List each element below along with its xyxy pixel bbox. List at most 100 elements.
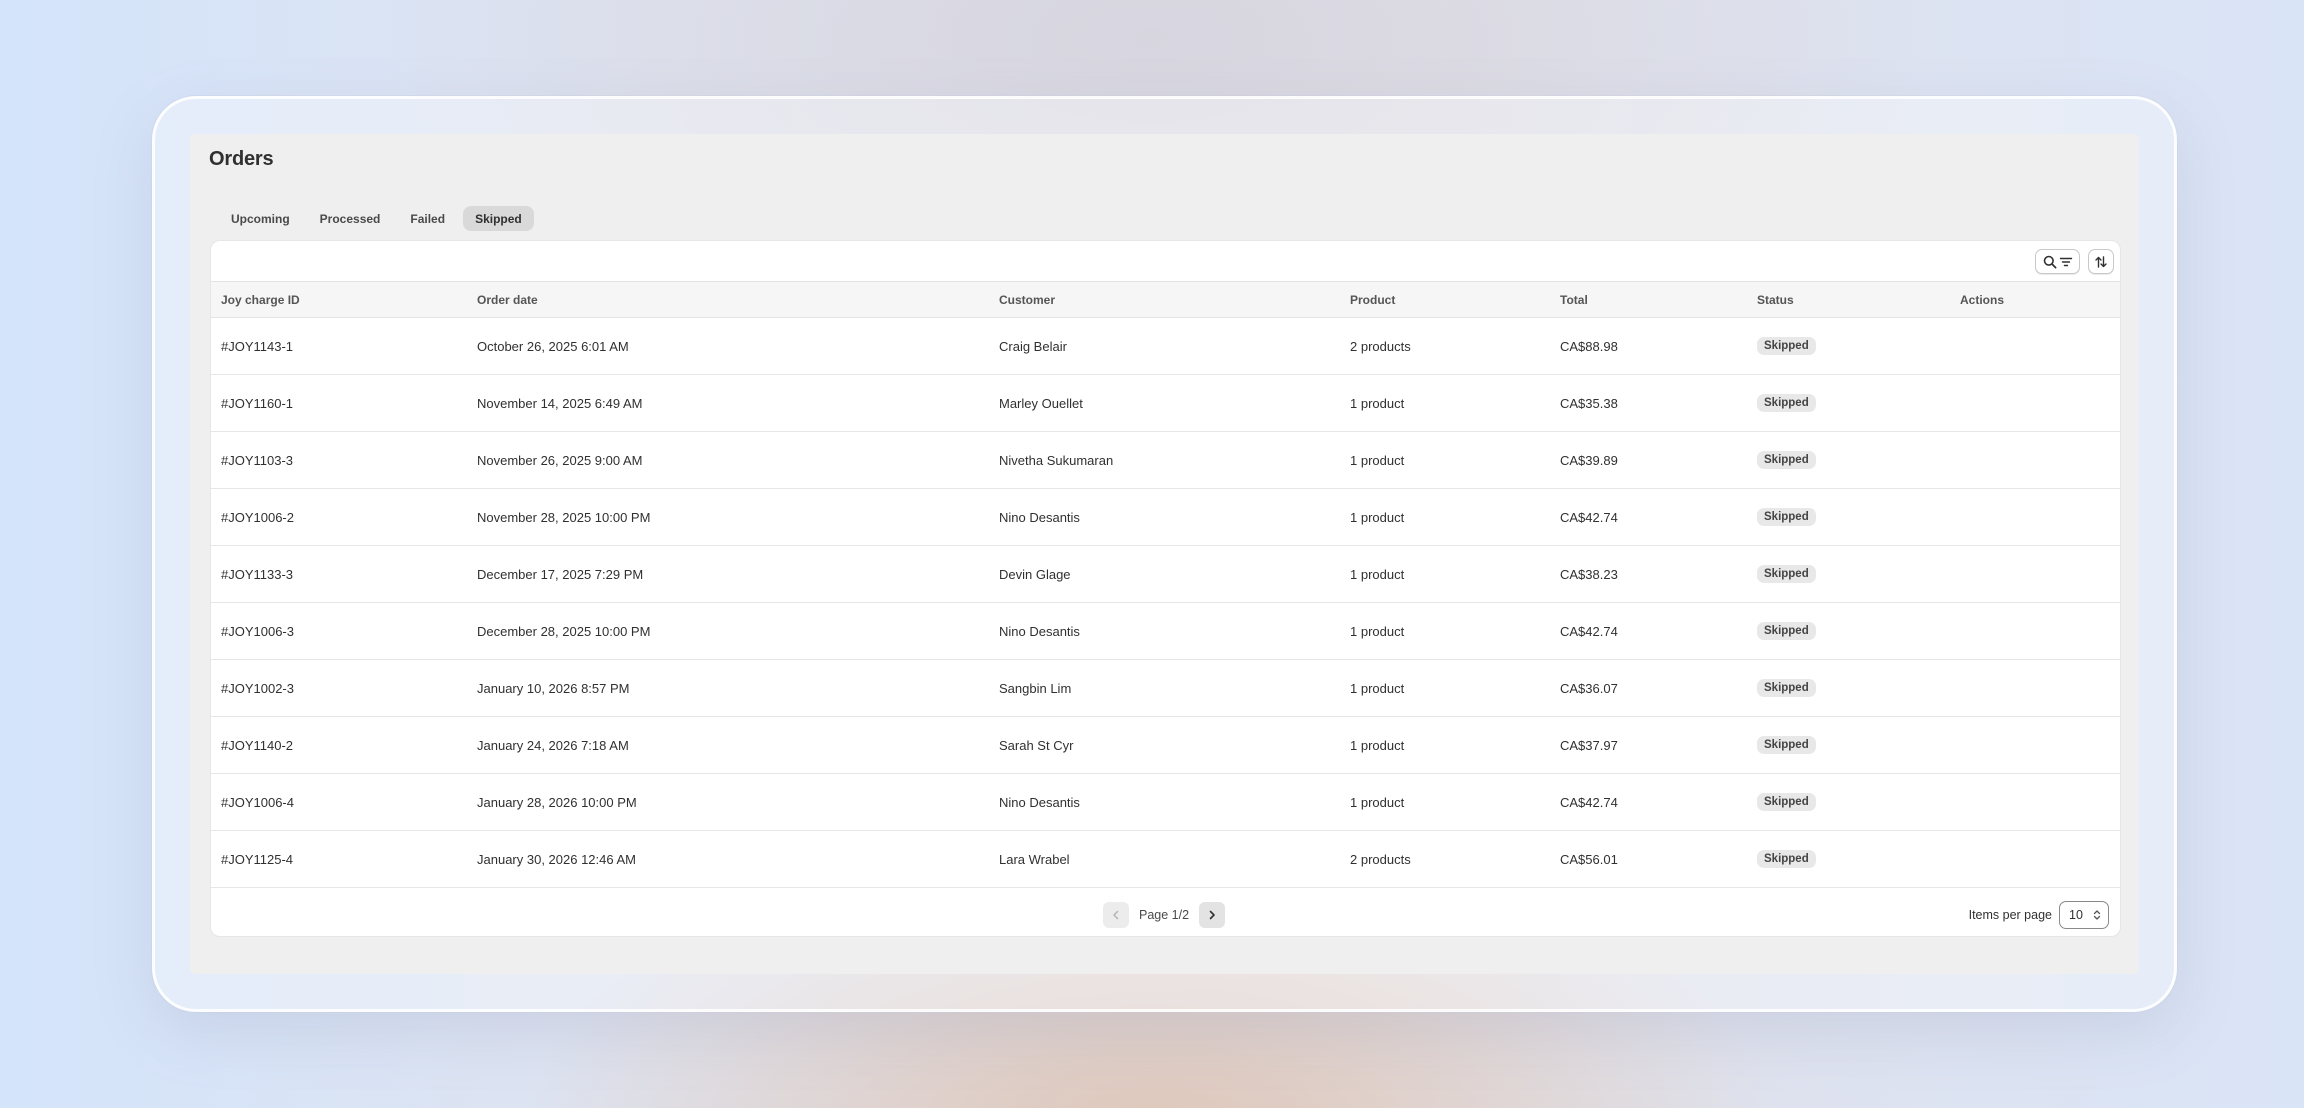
orders-table-card: Joy charge ID Order date Customer Produc… xyxy=(210,240,2121,937)
product-count: 1 product xyxy=(1350,680,1405,696)
table-row[interactable]: #JOY1143-1 October 26, 2025 6:01 AM Crai… xyxy=(211,318,2120,375)
status-badge: Skipped xyxy=(1757,679,1816,697)
sort-button[interactable] xyxy=(2088,249,2114,274)
status-cell: Skipped xyxy=(1757,603,1816,659)
charge-id[interactable]: #JOY1140-2 xyxy=(221,717,293,773)
table-header: Joy charge ID Order date Customer Produc… xyxy=(211,282,2120,318)
product-count: 1 product xyxy=(1350,623,1405,639)
table-row[interactable]: #JOY1125-4 January 30, 2026 12:46 AM Lar… xyxy=(211,831,2120,888)
order-total: CA$42.74 xyxy=(1560,794,1618,810)
column-header-id[interactable]: Joy charge ID xyxy=(221,282,300,318)
table-row[interactable]: #JOY1103-3 November 26, 2025 9:00 AM Niv… xyxy=(211,432,2120,489)
status-cell: Skipped xyxy=(1757,375,1816,431)
status-cell: Skipped xyxy=(1757,831,1816,887)
order-total: CA$56.01 xyxy=(1560,851,1618,867)
chevron-left-icon xyxy=(1113,910,1119,920)
table-body: #JOY1143-1 October 26, 2025 6:01 AM Crai… xyxy=(211,318,2120,888)
tab-failed[interactable]: Failed xyxy=(398,206,457,231)
column-header-order-date[interactable]: Order date xyxy=(477,282,538,318)
status-badge: Skipped xyxy=(1757,565,1816,583)
product-count: 2 products xyxy=(1350,851,1411,867)
product-count: 2 products xyxy=(1350,338,1411,354)
table-footer: Page 1/2 Items per page 10 xyxy=(211,888,2120,936)
tab-upcoming[interactable]: Upcoming xyxy=(219,206,302,231)
order-date: October 26, 2025 6:01 AM xyxy=(477,338,629,354)
status-badge: Skipped xyxy=(1757,508,1816,526)
column-header-actions: Actions xyxy=(1960,293,2005,307)
column-header-total[interactable]: Total xyxy=(1560,282,1588,318)
filter-icon xyxy=(2059,257,2072,266)
order-date: January 10, 2026 8:57 PM xyxy=(477,680,630,696)
charge-id[interactable]: #JOY1143-1 xyxy=(221,318,293,374)
status-badge: Skipped xyxy=(1757,736,1816,754)
order-total: CA$88.98 xyxy=(1560,338,1618,354)
items-per-page-select[interactable]: 10 xyxy=(2059,901,2109,929)
customer-name: Nino Desantis xyxy=(999,794,1080,810)
status-cell: Skipped xyxy=(1757,432,1816,488)
customer-name: Marley Ouellet xyxy=(999,395,1083,411)
tab-skipped[interactable]: Skipped xyxy=(463,206,534,231)
order-total: CA$37.97 xyxy=(1560,737,1618,753)
customer-name: Sarah St Cyr xyxy=(999,737,1074,753)
charge-id[interactable]: #JOY1002-3 xyxy=(221,660,294,716)
table-row[interactable]: #JOY1133-3 December 17, 2025 7:29 PM Dev… xyxy=(211,546,2120,603)
customer-name: Sangbin Lim xyxy=(999,680,1072,696)
order-date: January 24, 2026 7:18 AM xyxy=(477,737,629,753)
table-row[interactable]: #JOY1006-2 November 28, 2025 10:00 PM Ni… xyxy=(211,489,2120,546)
charge-id[interactable]: #JOY1160-1 xyxy=(221,375,293,431)
charge-id[interactable]: #JOY1103-3 xyxy=(221,432,293,488)
sort-icon xyxy=(2095,255,2107,268)
table-row[interactable]: #JOY1140-2 January 24, 2026 7:18 AM Sara… xyxy=(211,717,2120,774)
order-date: January 30, 2026 12:46 AM xyxy=(477,851,637,867)
charge-id[interactable]: #JOY1006-3 xyxy=(221,603,294,659)
customer-name: Nino Desantis xyxy=(999,509,1080,525)
select-arrows-icon xyxy=(2093,910,2101,920)
page-title: Orders xyxy=(209,148,274,170)
customer-name: Nivetha Sukumaran xyxy=(999,452,1114,468)
column-header-customer[interactable]: Customer xyxy=(999,282,1055,318)
items-per-page-label: Items per page xyxy=(1968,908,2052,922)
order-date: November 26, 2025 9:00 AM xyxy=(477,452,643,468)
table-row[interactable]: #JOY1006-3 December 28, 2025 10:00 PM Ni… xyxy=(211,603,2120,660)
pagination: Page 1/2 xyxy=(1103,902,1226,928)
charge-id[interactable]: #JOY1006-2 xyxy=(221,489,294,545)
customer-name: Lara Wrabel xyxy=(999,851,1070,867)
customer-name: Nino Desantis xyxy=(999,623,1080,639)
status-cell: Skipped xyxy=(1757,489,1816,545)
table-row[interactable]: #JOY1006-4 January 28, 2026 10:00 PM Nin… xyxy=(211,774,2120,831)
column-header-product[interactable]: Product xyxy=(1350,282,1395,318)
order-total: CA$42.74 xyxy=(1560,509,1618,525)
order-date: December 28, 2025 10:00 PM xyxy=(477,623,651,639)
status-badge: Skipped xyxy=(1757,793,1816,811)
search-icon xyxy=(2043,255,2056,268)
customer-name: Craig Belair xyxy=(999,338,1067,354)
status-cell: Skipped xyxy=(1757,546,1816,602)
product-count: 1 product xyxy=(1350,395,1405,411)
next-page-button[interactable] xyxy=(1199,902,1226,928)
charge-id[interactable]: #JOY1125-4 xyxy=(221,831,293,887)
column-header-status[interactable]: Status xyxy=(1757,282,1794,318)
status-badge: Skipped xyxy=(1757,451,1816,469)
order-date: January 28, 2026 10:00 PM xyxy=(477,794,637,810)
status-cell: Skipped xyxy=(1757,660,1816,716)
search-filter-button[interactable] xyxy=(2035,249,2080,274)
order-date: December 17, 2025 7:29 PM xyxy=(477,566,644,582)
charge-id[interactable]: #JOY1006-4 xyxy=(221,774,294,830)
status-badge: Skipped xyxy=(1757,622,1816,640)
order-total: CA$42.74 xyxy=(1560,623,1618,639)
tab-processed[interactable]: Processed xyxy=(308,206,393,231)
order-total: CA$35.38 xyxy=(1560,395,1618,411)
table-row[interactable]: #JOY1002-3 January 10, 2026 8:57 PM Sang… xyxy=(211,660,2120,717)
product-count: 1 product xyxy=(1350,737,1405,753)
order-date: November 14, 2025 6:49 AM xyxy=(477,395,643,411)
charge-id[interactable]: #JOY1133-3 xyxy=(221,546,293,602)
table-row[interactable]: #JOY1160-1 November 14, 2025 6:49 AM Mar… xyxy=(211,375,2120,432)
customer-name: Devin Glage xyxy=(999,566,1071,582)
product-count: 1 product xyxy=(1350,452,1405,468)
order-date: November 28, 2025 10:00 PM xyxy=(477,509,651,525)
previous-page-button[interactable] xyxy=(1103,902,1129,928)
status-cell: Skipped xyxy=(1757,318,1816,374)
order-tabs: Upcoming Processed Failed Skipped xyxy=(219,206,534,231)
product-count: 1 product xyxy=(1350,794,1405,810)
page-indicator: Page 1/2 xyxy=(1139,908,1190,922)
